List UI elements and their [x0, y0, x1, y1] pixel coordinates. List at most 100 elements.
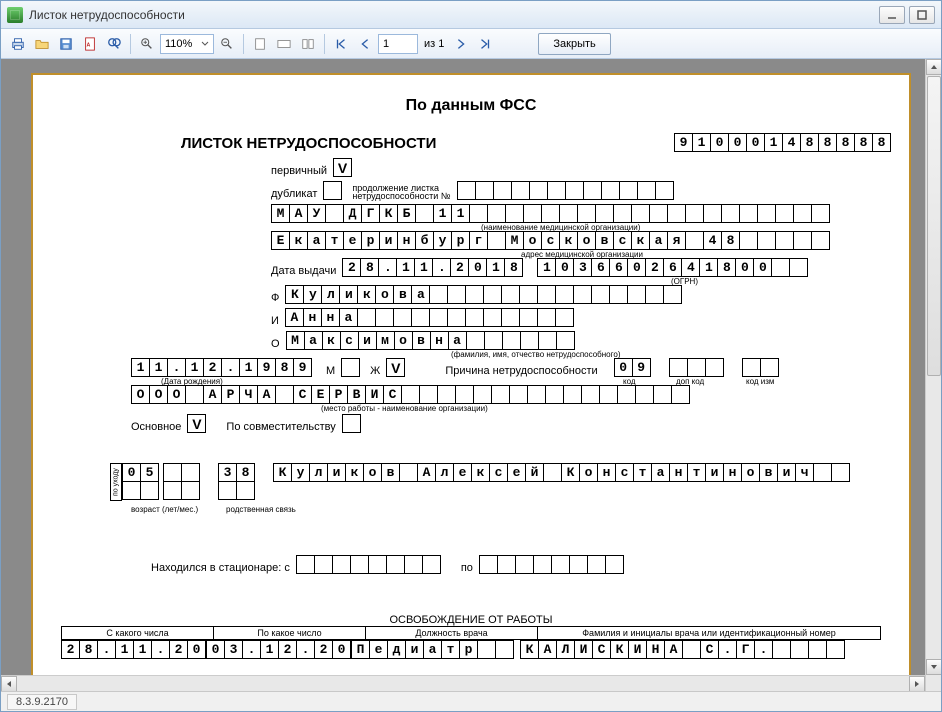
cell [793, 204, 812, 223]
next-page-button[interactable] [450, 33, 472, 55]
cell: н [723, 463, 742, 482]
minimize-button[interactable] [879, 6, 905, 24]
cell: . [97, 640, 116, 659]
cell [605, 555, 624, 574]
save-button[interactable] [55, 33, 77, 55]
scroll-thumb[interactable] [927, 76, 941, 376]
view-page-button[interactable] [249, 33, 271, 55]
col-doc: Фамилия и инициалы врача или идентификац… [538, 627, 880, 639]
cell [808, 640, 827, 659]
cell: а [448, 331, 467, 350]
care-fio-cells: Куликов Алексей Константинович [273, 463, 850, 482]
scroll-down-button[interactable] [926, 659, 941, 675]
zoom-combo[interactable]: 110% [160, 34, 214, 54]
cell: . [378, 258, 397, 277]
find-button[interactable] [103, 33, 125, 55]
cell [457, 181, 476, 200]
cell: А [203, 385, 222, 404]
scroll-up-button[interactable] [926, 59, 941, 75]
cell [813, 463, 832, 482]
open-button[interactable] [31, 33, 53, 55]
ogrn-cells: 1036602641800 [537, 258, 808, 277]
view-multi-button[interactable] [297, 33, 319, 55]
cell: А [664, 640, 683, 659]
r1-pos: Педиатр [351, 640, 514, 659]
zh-label: Ж [370, 365, 380, 377]
cell [551, 555, 570, 574]
cell [619, 181, 638, 200]
cell: 6 [591, 258, 610, 277]
cell: . [167, 358, 186, 377]
document-viewer: По данным ФСС ЛИСТОК НЕТРУДОСПОСОБНОСТИ … [1, 59, 941, 691]
cell: Б [397, 204, 416, 223]
scroll-left-button[interactable] [1, 676, 17, 691]
zoom-out-button[interactable] [216, 33, 238, 55]
cell: А [285, 308, 304, 327]
scroll-right-button[interactable] [909, 676, 925, 691]
cell: с [340, 331, 359, 350]
view-width-button[interactable] [273, 33, 295, 55]
vertical-scrollbar[interactable] [925, 59, 941, 691]
cell [487, 204, 506, 223]
cell: т [441, 640, 460, 659]
i-label: И [271, 315, 279, 327]
horizontal-scrollbar[interactable] [1, 675, 925, 691]
cell: е [343, 231, 362, 250]
cell: И [574, 640, 593, 659]
cell: я [667, 231, 686, 250]
cell: р [361, 231, 380, 250]
cell [484, 331, 503, 350]
cell: н [303, 308, 322, 327]
care-age2-row2 [163, 481, 200, 500]
pdf-button[interactable]: A [79, 33, 101, 55]
cell: 4 [681, 258, 700, 277]
maximize-button[interactable] [909, 6, 935, 24]
close-button[interactable]: Закрыть [538, 33, 610, 55]
cell [437, 385, 456, 404]
cell: 1 [260, 640, 279, 659]
cell [587, 555, 606, 574]
cell [296, 555, 315, 574]
cell [495, 640, 514, 659]
cell [505, 204, 524, 223]
cell: Г [361, 204, 380, 223]
cell: 3 [573, 258, 592, 277]
cell: о [523, 231, 542, 250]
r1-from: 28.11.20 [61, 640, 206, 659]
cell [493, 181, 512, 200]
page-total-label: из 1 [424, 38, 444, 50]
zoom-value: 110% [165, 38, 199, 50]
cell: и [358, 331, 377, 350]
cell [140, 481, 159, 500]
prev-page-button[interactable] [354, 33, 376, 55]
o-label: О [271, 338, 280, 350]
release-table-header: С какого числа По какое число Должность … [61, 626, 881, 640]
duplicate-label: дубликат [271, 188, 317, 200]
cell: . [151, 640, 170, 659]
page-number-input[interactable] [378, 34, 418, 54]
cell [649, 204, 668, 223]
cell: к [559, 231, 578, 250]
zoom-in-button[interactable] [136, 33, 158, 55]
cause-label: Причина нетрудоспособности [445, 365, 597, 377]
cell: К [285, 285, 304, 304]
cell: о [394, 331, 413, 350]
first-page-button[interactable] [330, 33, 352, 55]
cell [477, 640, 496, 659]
cell [122, 481, 141, 500]
cell: . [221, 358, 240, 377]
cell: 2 [203, 358, 222, 377]
cell: Н [646, 640, 665, 659]
cell: 2 [342, 258, 361, 277]
continuation-label: продолжение листка нетрудоспособности № [352, 184, 457, 200]
print-button[interactable] [7, 33, 29, 55]
last-page-button[interactable] [474, 33, 496, 55]
cell [475, 181, 494, 200]
cell [757, 231, 776, 250]
cell [181, 481, 200, 500]
cell: 8 [236, 463, 255, 482]
cell: в [393, 285, 412, 304]
cell: о [363, 463, 382, 482]
cell: т [325, 231, 344, 250]
cell: е [453, 463, 472, 482]
